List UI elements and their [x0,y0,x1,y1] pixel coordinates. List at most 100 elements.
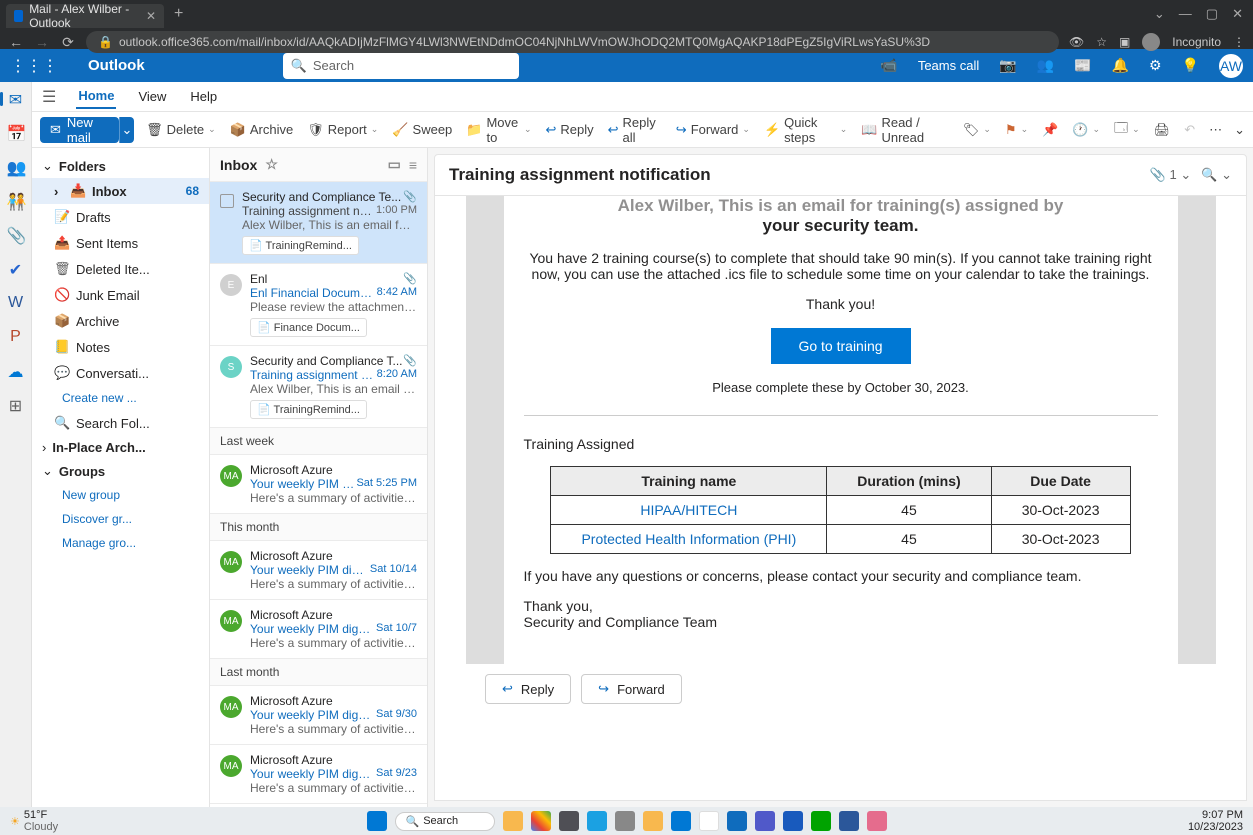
overflow-button[interactable]: ⋯ [1207,120,1224,140]
profile-avatar[interactable] [1142,33,1160,51]
attachment-pill[interactable]: 📄 TrainingRemind... [250,400,367,419]
menu-icon[interactable]: ⋮ [1233,35,1245,49]
training-link-1[interactable]: HIPAA/HITECH [640,502,737,518]
mail-rail-icon[interactable]: ✉ [7,90,25,108]
tag-button[interactable]: 🏷 ⌄ [961,120,993,140]
pin-button[interactable]: 📌 [1040,120,1060,140]
close-icon[interactable]: ✕ [146,9,156,23]
edge-icon[interactable] [671,811,691,831]
folders-section[interactable]: ⌄ Folders [32,154,209,178]
new-mail-button[interactable]: ✉ New mail [40,117,119,143]
snip-icon[interactable] [867,811,887,831]
folder-conversations[interactable]: 💬Conversati... [32,360,209,386]
chrome-icon[interactable] [699,811,719,831]
chat-icon[interactable] [587,811,607,831]
app-icon[interactable] [811,811,831,831]
eye-off-icon[interactable]: 👁 [1069,35,1084,49]
go-to-training-button[interactable]: Go to training [771,328,911,364]
extension-icon[interactable]: ▣ [1119,35,1130,49]
browser-tab[interactable]: Mail - Alex Wilber - Outlook ✕ [6,4,164,28]
read-unread-button[interactable]: 📖 Read / Unread [859,113,951,147]
manage-groups-link[interactable]: Manage gro... [32,531,209,555]
move-button[interactable]: 📁 Move to ⌄ [464,113,533,147]
archive-button[interactable]: 📦 Archive [228,120,296,140]
message-item[interactable]: MAMicrosoft AzureYour weekly PIM di...Sa… [210,455,427,514]
groups-section[interactable]: ⌄ Groups [32,459,209,483]
terminal-icon[interactable] [559,811,579,831]
message-item[interactable]: SSecurity and Compliance T...📎Training a… [210,346,427,428]
copilot-icon[interactable] [531,811,551,831]
snooze-button[interactable]: 🕐 ⌄ [1070,120,1102,140]
in-place-archive[interactable]: › In-Place Arch... [32,436,209,459]
outlook-taskbar-icon[interactable] [727,811,747,831]
forward-button[interactable]: ↪ Forward ⌄ [674,120,752,140]
message-item[interactable]: Security and Compliance Te...📎Training a… [210,182,427,264]
calendar-rail-icon[interactable]: 📅 [7,124,25,142]
start-icon[interactable] [367,811,387,831]
tips-icon[interactable]: 💡 [1182,57,1199,74]
meet-now-icon[interactable]: 📷 [999,57,1016,74]
folder-junk[interactable]: 🚫Junk Email [32,282,209,308]
discover-groups-link[interactable]: Discover gr... [32,507,209,531]
files-rail-icon[interactable]: 📎 [7,226,25,244]
forward-icon[interactable]: → [34,34,50,50]
forward-action-button[interactable]: ↪Forward [581,674,682,704]
teams-taskbar-icon[interactable] [755,811,775,831]
user-avatar[interactable]: AW [1219,54,1243,78]
search-input[interactable]: 🔍 Search [283,53,519,79]
more-button-1[interactable]: 🗔 ⌄ [1112,117,1142,143]
tab-help[interactable]: Help [188,85,219,108]
message-item[interactable]: EEnl📎Enl Financial Document8:42 AMPlease… [210,264,427,346]
filter-icon[interactable]: ≡ [409,157,417,173]
powerpoint-rail-icon[interactable]: P [7,328,25,346]
reply-action-button[interactable]: ↩Reply [485,674,571,704]
reload-icon[interactable]: ⟳ [60,34,76,51]
system-tray[interactable]: 9:07 PM10/23/2023 [1188,809,1243,833]
onenote-icon[interactable] [783,811,803,831]
message-item[interactable]: MAMicrosoft AzureYour weekly PIM digest.… [210,600,427,659]
word-taskbar-icon[interactable] [839,811,859,831]
teams-call-label[interactable]: Teams call [918,58,979,73]
training-link-2[interactable]: Protected Health Information (PHI) [581,531,796,547]
folder-drafts[interactable]: 📝Drafts [32,204,209,230]
files-icon[interactable] [643,811,663,831]
app-launcher-icon[interactable]: ⋮⋮⋮ [10,56,58,76]
folder-sent[interactable]: 📤Sent Items [32,230,209,256]
collapse-ribbon-icon[interactable]: ⌄ [1234,122,1245,138]
message-item[interactable]: MAMicrosoft AzureYour weekly PIM diges..… [210,745,427,804]
address-bar[interactable]: 🔒 outlook.office365.com/mail/inbox/id/AA… [86,31,1059,53]
onedrive-rail-icon[interactable]: ☁ [7,362,25,380]
gear-icon[interactable]: ⚙ [1149,57,1162,74]
more-apps-icon[interactable]: ⊞ [7,396,25,414]
video-icon[interactable]: 📹 [880,57,897,74]
undo-button[interactable]: ↶ [1182,120,1197,140]
folder-archive[interactable]: 📦Archive [32,308,209,334]
sweep-button[interactable]: 🧹 Sweep [390,120,454,140]
teams-icon[interactable]: 👥 [1037,57,1054,74]
new-tab-button[interactable]: + [174,5,183,23]
back-icon[interactable]: ← [8,34,24,50]
folder-inbox[interactable]: ›📥Inbox68 [32,178,209,204]
folder-notes[interactable]: 📒Notes [32,334,209,360]
search-folders[interactable]: 🔍Search Fol... [32,410,209,436]
report-button[interactable]: 🛡 Report ⌄ [305,120,380,140]
tab-home[interactable]: Home [76,84,116,109]
delete-button[interactable]: 🗑 Delete ⌄ [144,120,218,140]
folder-deleted[interactable]: 🗑Deleted Ite... [32,256,209,282]
todo-rail-icon[interactable]: ✔ [7,260,25,278]
hamburger-icon[interactable]: ☰ [42,87,56,107]
quick-steps-button[interactable]: ⚡ Quick steps ⌄ [762,113,849,147]
attachment-pill[interactable]: 📄 TrainingRemind... [242,236,359,255]
message-item[interactable]: MAMicrosoft AzureYour weekly PIM diges..… [210,686,427,745]
settings-icon[interactable] [615,811,635,831]
message-item[interactable]: MAMicrosoft AzureYour weekly PIM diges..… [210,541,427,600]
tab-view[interactable]: View [136,85,168,108]
print-button[interactable]: 🖨 [1152,120,1173,140]
star-icon[interactable]: ☆ [265,156,278,173]
star-icon[interactable]: ☆ [1096,35,1107,49]
taskbar-search[interactable]: 🔍 Search [395,812,495,831]
attachment-pill[interactable]: 📄 Finance Docum... [250,318,367,337]
attachments-icon[interactable]: 📎 1 ⌄ [1150,167,1192,183]
create-folder-link[interactable]: Create new ... [32,386,209,410]
chevron-down-icon[interactable]: ⌄ [1154,6,1165,22]
